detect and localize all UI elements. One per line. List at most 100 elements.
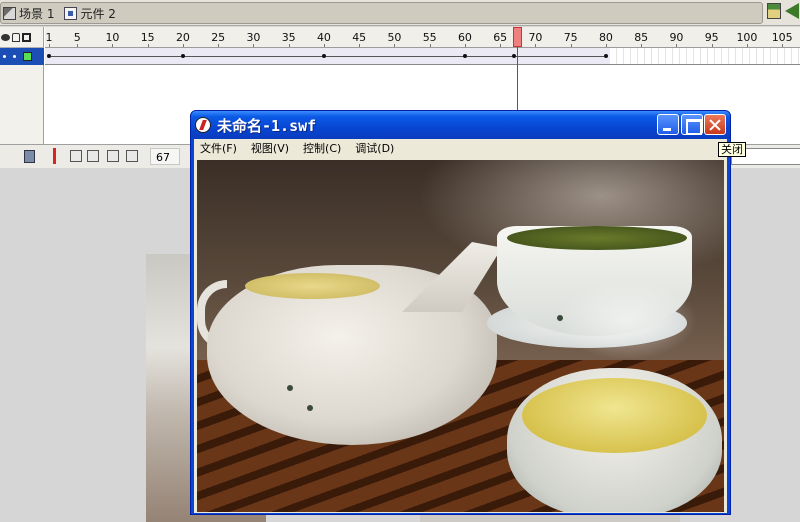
keyframe[interactable] <box>47 54 51 58</box>
ruler-tick <box>253 44 255 47</box>
window-title: 未命名-1.swf <box>217 116 317 135</box>
ruler-tick-label: 1 <box>45 31 53 44</box>
ruler-tick-label: 90 <box>669 31 684 44</box>
center-frame-icon[interactable] <box>53 148 56 164</box>
ruler-tick <box>288 44 290 47</box>
onion-outline-icon[interactable] <box>87 150 99 162</box>
ruler-tick-label: 40 <box>316 31 331 44</box>
ruler-tick <box>746 44 748 47</box>
frames-row[interactable] <box>45 48 800 65</box>
ruler-tick <box>711 44 713 47</box>
scene-tools <box>767 3 799 19</box>
ruler-tick-label: 95 <box>704 31 719 44</box>
layer-row-selected[interactable] <box>0 48 44 65</box>
scene-bar: 场景 1 元件 2 <box>0 0 800 26</box>
ruler-tick-label: 60 <box>457 31 472 44</box>
ruler-tick <box>49 44 50 47</box>
menu-view[interactable]: 视图(V) <box>251 140 289 156</box>
tea-leaves <box>507 226 687 250</box>
scene-icon <box>3 6 16 20</box>
visibility-dot[interactable] <box>3 55 6 58</box>
ruler-tick <box>500 44 502 47</box>
movie-area <box>194 157 727 513</box>
window-titlebar[interactable]: 未命名-1.swf <box>191 111 730 139</box>
ruler-tick-label: 80 <box>598 31 613 44</box>
ruler-tick-label: 20 <box>175 31 190 44</box>
maximize-button[interactable] <box>681 114 703 135</box>
edit-scene-icon[interactable] <box>767 3 781 19</box>
lock-icon[interactable] <box>12 32 20 42</box>
ruler-tick <box>359 44 361 47</box>
keyframe[interactable] <box>180 54 185 58</box>
breadcrumb-symbol[interactable]: 元件 2 <box>64 5 121 22</box>
edit-symbol-icon[interactable] <box>785 3 799 19</box>
onion-skin-icon[interactable] <box>70 150 82 162</box>
ruler-tick-label: 65 <box>493 31 508 44</box>
keyframe[interactable] <box>603 54 608 58</box>
tea-photo <box>197 160 724 512</box>
ruler-tick <box>782 44 784 47</box>
keyframe[interactable] <box>462 54 467 58</box>
ruler-tick-label: 55 <box>422 31 437 44</box>
modify-markers-icon[interactable] <box>126 150 138 162</box>
steam <box>557 280 697 360</box>
ruler-tick <box>147 44 149 47</box>
ruler-tick <box>323 44 325 47</box>
ruler-tick <box>605 44 607 47</box>
ruler-tick-label: 25 <box>211 31 226 44</box>
ruler-tick-label: 35 <box>281 31 296 44</box>
painted-decoration <box>557 315 563 321</box>
layer-outline-swatch[interactable] <box>23 52 32 61</box>
ruler-tick <box>464 44 466 47</box>
lock-dot[interactable] <box>13 55 16 58</box>
close-button[interactable] <box>704 114 726 135</box>
ruler-tick-label: 50 <box>387 31 402 44</box>
breadcrumb: 场景 1 元件 2 <box>0 2 763 24</box>
player-window: 未命名-1.swf 文件(F) 视图(V) 控制(C) 调试(D) <box>190 110 731 515</box>
minimize-button[interactable] <box>657 114 679 135</box>
menu-bar: 文件(F) 视图(V) 控制(C) 调试(D) <box>194 139 727 157</box>
frame-ruler[interactable]: 1 5 10 15 20 25 30 35 40 45 50 55 60 65 70 75 80 85 90 95 10… <box>45 27 800 48</box>
menu-file[interactable]: 文件(F) <box>200 140 237 156</box>
ruler-tick-label: 15 <box>140 31 155 44</box>
cup-tea <box>522 378 707 453</box>
ruler-tick <box>641 44 643 47</box>
ruler-tick-label: 10 <box>105 31 120 44</box>
breadcrumb-scene[interactable]: 场景 1 <box>3 5 60 22</box>
keyframe[interactable] <box>512 54 517 58</box>
ruler-tick-label: 45 <box>352 31 367 44</box>
outline-icon[interactable] <box>22 32 31 42</box>
ruler-tick <box>570 44 572 47</box>
playhead[interactable] <box>513 27 522 47</box>
painted-decoration <box>287 385 293 391</box>
trash-icon[interactable] <box>24 150 35 163</box>
symbol-label: 元件 2 <box>80 6 116 21</box>
ruler-tick <box>429 44 431 47</box>
keyframe[interactable] <box>321 54 326 58</box>
menu-control[interactable]: 控制(C) <box>303 140 341 156</box>
ruler-tick-label: 70 <box>528 31 543 44</box>
tween-span <box>49 56 606 57</box>
ruler-tick-label: 30 <box>246 31 261 44</box>
empty-frames[interactable] <box>609 48 800 64</box>
teapot-tea <box>245 273 380 299</box>
ruler-tick <box>394 44 396 47</box>
ruler-tick <box>112 44 114 47</box>
close-tooltip: 关闭 <box>718 142 746 157</box>
ruler-tick-label: 5 <box>73 31 81 44</box>
ruler-tick <box>77 44 79 47</box>
ruler-tick-label: 105 <box>771 31 793 44</box>
ruler-tick <box>676 44 678 47</box>
painted-decoration <box>307 405 313 411</box>
layer-header <box>0 27 44 48</box>
ruler-tick <box>535 44 537 47</box>
menu-debug[interactable]: 调试(D) <box>355 140 394 156</box>
edit-multiple-icon[interactable] <box>107 150 119 162</box>
ruler-tick-label: 100 <box>736 31 758 44</box>
ruler-tick <box>182 44 184 47</box>
ruler-tick-label: 75 <box>563 31 578 44</box>
eye-icon[interactable] <box>1 33 10 41</box>
scene-label: 场景 1 <box>19 6 55 21</box>
symbol-icon <box>64 6 78 20</box>
flash-player-icon[interactable] <box>195 117 211 133</box>
